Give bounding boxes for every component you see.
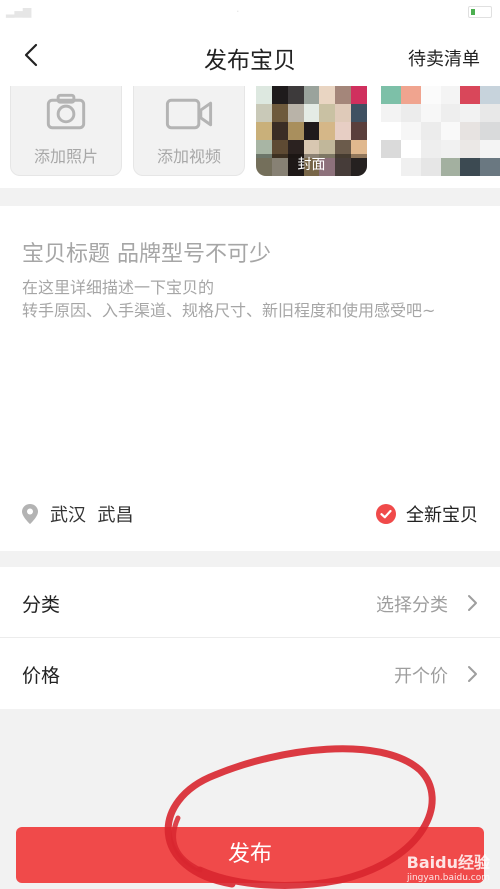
- battery-icon: [468, 6, 492, 18]
- category-value: 选择分类: [376, 595, 448, 616]
- chevron-right-icon: [468, 595, 477, 611]
- location-selector[interactable]: 武汉 武昌: [22, 502, 133, 526]
- price-value: 开个价: [394, 666, 448, 687]
- brand-new-toggle[interactable]: 全新宝贝: [376, 502, 478, 526]
- price-label: 价格: [22, 665, 61, 687]
- price-row[interactable]: 价格 开个价: [0, 638, 500, 709]
- watermark-main: Baidu经验: [406, 853, 490, 872]
- title-input[interactable]: 宝贝标题 品牌型号不可少: [22, 236, 271, 268]
- cover-label: 封面: [256, 154, 367, 176]
- clock: ·: [236, 5, 240, 18]
- location-text: 武汉 武昌: [50, 505, 134, 526]
- chevron-right-icon: [468, 666, 477, 682]
- add-photo-label: 添加照片: [33, 147, 98, 166]
- status-bar: ▂▄▆ ·: [0, 0, 500, 24]
- description-input[interactable]: 在这里详细描述一下宝贝的 转手原因、入手渠道、规格尺寸、新旧程度和使用感受吧~: [22, 276, 477, 322]
- brand-new-label: 全新宝贝: [406, 505, 478, 526]
- watermark-sub: jingyan.baidu.com: [406, 873, 490, 883]
- listing-editor: 宝贝标题 品牌型号不可少 在这里详细描述一下宝贝的 转手原因、入手渠道、规格尺寸…: [0, 206, 500, 551]
- pending-list-link[interactable]: 待卖清单: [408, 45, 480, 71]
- category-label: 分类: [22, 594, 61, 616]
- field-list: 分类 选择分类 价格 开个价: [0, 567, 500, 709]
- nav-bar: 发布宝贝 待卖清单: [0, 24, 500, 86]
- camera-icon: [46, 93, 86, 130]
- check-circle-icon: [376, 504, 396, 524]
- media-picker: 添加照片 添加视频 封面: [0, 86, 500, 188]
- photo-thumbnail[interactable]: [381, 86, 500, 176]
- add-video-label: 添加视频: [156, 147, 221, 166]
- baidu-watermark: Baidu经验 jingyan.baidu.com: [407, 849, 490, 883]
- pixelated-photo: [381, 86, 500, 176]
- add-photo-button[interactable]: 添加照片: [10, 86, 122, 176]
- location-pin-icon: [22, 504, 38, 524]
- add-video-button[interactable]: 添加视频: [133, 86, 245, 176]
- cover-thumbnail[interactable]: 封面: [256, 86, 367, 176]
- video-camera-icon: [165, 98, 213, 130]
- category-row[interactable]: 分类 选择分类: [0, 567, 500, 638]
- signal-icon: ▂▄▆: [6, 5, 32, 18]
